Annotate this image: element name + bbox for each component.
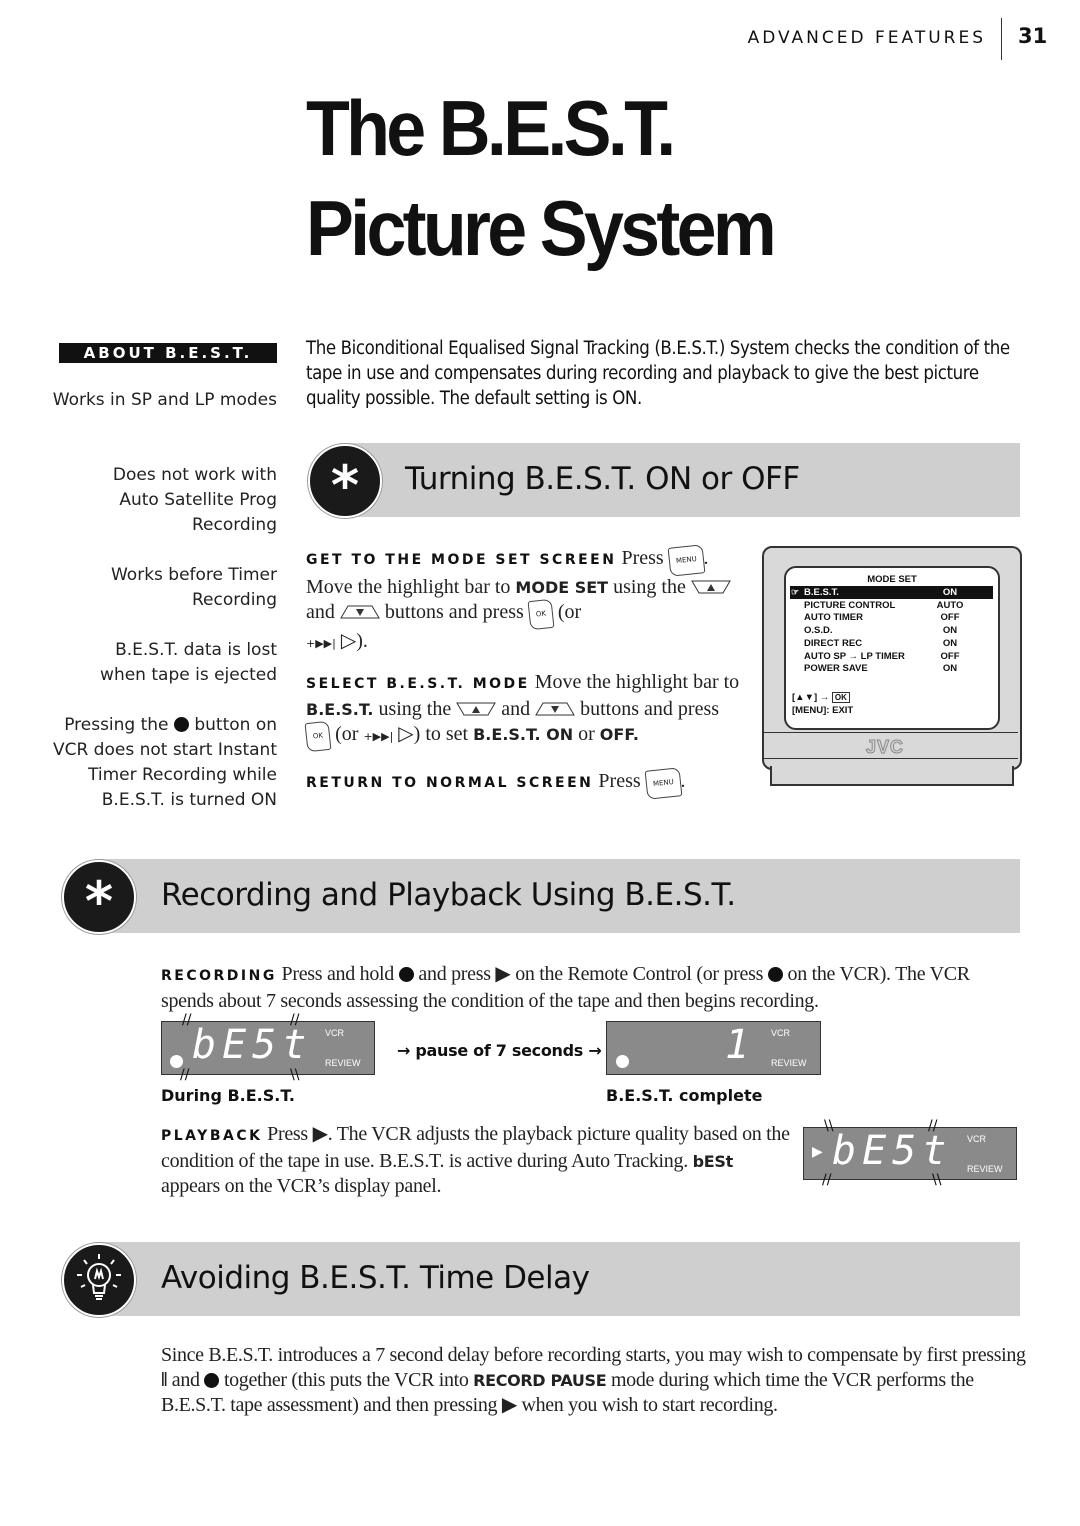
title-line-2: Picture System	[306, 184, 777, 272]
blink-mark-icon: \\	[290, 1067, 300, 1083]
section-title: Turning B.E.S.T. ON or OFF	[405, 461, 800, 497]
sidebar-note: B.E.S.T. data is lost when tape is eject…	[100, 640, 277, 685]
blink-mark-icon: \\	[932, 1172, 942, 1188]
play-indicator-icon: ▶	[812, 1144, 823, 1160]
pause-label: → pause of 7 seconds →	[397, 1041, 602, 1060]
intro-paragraph: The Biconditional Equalised Signal Track…	[306, 338, 1010, 409]
tv-divider	[764, 732, 1018, 733]
up-key-icon	[456, 702, 497, 716]
title-line-1: The B.E.S.T.	[306, 84, 676, 172]
osd-item-value: OFF	[940, 612, 960, 624]
vcr-display-during: bE5t VCR REVIEW	[161, 1021, 375, 1075]
osd-menu-item[interactable]: AUTO SP → LP TIMER OFF	[790, 650, 993, 663]
tv-divider	[764, 758, 1018, 759]
arrow-right-icon: →	[397, 1041, 411, 1060]
record-button-icon	[767, 967, 783, 982]
ok-key-icon: OK	[304, 720, 332, 753]
step-return-normal: RETURN TO NORMAL SCREEN Press MENU.	[306, 767, 746, 800]
play-button-icon: ▶	[495, 963, 511, 985]
osd-item-value: ON	[942, 663, 958, 675]
blink-mark-icon: \\	[824, 1118, 834, 1134]
display-caption: B.E.S.T. complete	[606, 1086, 763, 1105]
sidebar-label: ABOUT B.E.S.T.	[59, 343, 277, 363]
osd-hint-exit: [MENU]: EXIT	[792, 705, 854, 716]
osd-item-label: DIRECT REC	[804, 637, 863, 649]
osd-menu-item[interactable]: AUTO TIMER OFF	[790, 611, 993, 624]
record-button-icon	[398, 967, 414, 982]
record-button-icon	[173, 717, 189, 732]
page-number: 31	[1018, 24, 1048, 48]
asterisk-icon: *	[62, 860, 136, 934]
vcr-display-playback: ▶ bE5t VCR REVIEW	[803, 1127, 1017, 1180]
ok-key-icon: OK	[527, 598, 555, 631]
osd-menu-item[interactable]: O.S.D. ON	[790, 624, 993, 637]
jvc-logo: JVC	[865, 737, 905, 758]
step-get-to-mode-set: GET TO THE MODE SET SCREEN Press MENU. M…	[306, 544, 736, 656]
osd-menu-item[interactable]: PICTURE CONTROL AUTO	[790, 599, 993, 612]
down-key-icon	[535, 702, 575, 716]
osd-item-label: PICTURE CONTROL	[804, 599, 896, 611]
section-title: Avoiding B.E.S.T. Time Delay	[161, 1260, 590, 1296]
display-caption: During B.E.S.T.	[161, 1086, 295, 1105]
menu-key-icon: MENU	[644, 767, 682, 800]
step-select-best-mode: SELECT B.E.S.T. MODE Move the highlight …	[304, 670, 746, 753]
record-button-icon	[204, 1373, 220, 1388]
menu-key-icon: MENU	[667, 544, 705, 577]
sidebar-note: Pressing the button on VCR does not star…	[52, 715, 277, 810]
tv-base	[770, 766, 1014, 786]
osd-menu-item[interactable]: ☞ B.E.S.T. ON	[790, 586, 993, 599]
osd-menu-item[interactable]: DIRECT REC ON	[790, 637, 993, 650]
arrow-right-icon: →	[588, 1041, 602, 1060]
pause-button-icon: ‖	[161, 1369, 168, 1391]
osd-item-value: ON	[942, 637, 958, 649]
osd-menu-item[interactable]: POWER SAVE ON	[790, 662, 993, 675]
sidebar-note: Works in SP and LP modes	[52, 390, 277, 410]
down-key-icon	[340, 605, 380, 619]
blink-mark-icon: //	[822, 1172, 832, 1188]
osd-item-value: AUTO	[936, 599, 964, 611]
blink-mark-icon: //	[182, 1012, 192, 1028]
osd-item-value: ON	[942, 587, 958, 598]
asterisk-icon: *	[308, 444, 382, 518]
page-title: The B.E.S.T. Picture System	[306, 78, 777, 278]
skip-forward-icon: +▶▶|	[363, 730, 394, 743]
record-indicator-icon	[616, 1055, 629, 1068]
lightbulb-glyph	[77, 1254, 121, 1300]
mode-set-screen: MODE SET ☞ B.E.S.T. ON PICTURE CONTROL AUTO A…	[784, 566, 1000, 730]
play-outline-icon: ▷	[340, 630, 357, 652]
osd-item-value: ON	[942, 625, 958, 637]
play-outline-icon: ▷	[398, 723, 414, 745]
cursor-icon: ☞	[791, 587, 800, 597]
header-divider	[1001, 18, 1002, 60]
osd-item-label: AUTO SP → LP TIMER	[804, 650, 905, 662]
osd-hint-nav: [▲▼] → OK	[792, 692, 850, 703]
play-button-icon: ▶	[501, 1394, 517, 1416]
up-key-icon	[691, 580, 731, 594]
osd-title: MODE SET	[867, 574, 917, 585]
blink-mark-icon: //	[180, 1067, 190, 1083]
osd-item-label: POWER SAVE	[804, 663, 868, 675]
vcr-display-complete: 1 VCR REVIEW	[606, 1021, 821, 1075]
lightbulb-icon	[62, 1243, 136, 1317]
running-head: ADVANCED FEATURES	[747, 28, 986, 48]
blink-mark-icon: //	[928, 1118, 938, 1134]
recording-paragraph: RECORDING Press and hold and press ▶ on …	[161, 963, 970, 1012]
osd-item-value: OFF	[940, 650, 960, 662]
osd-item-label: AUTO TIMER	[804, 612, 863, 624]
section-title: Recording and Playback Using B.E.S.T.	[161, 877, 736, 913]
playback-paragraph: PLAYBACK Press ▶. The VCR adjusts the pl…	[161, 1123, 790, 1197]
sidebar-note: Does not work with Auto Satellite Prog R…	[112, 465, 277, 535]
skip-forward-icon: +▶▶|	[306, 637, 336, 650]
blink-mark-icon: //	[290, 1012, 300, 1028]
play-button-icon: ▶	[312, 1123, 328, 1145]
sidebar-note: Works before Timer Recording	[110, 565, 277, 610]
delay-paragraph: Since B.E.S.T. introduces a 7 second del…	[161, 1344, 1026, 1416]
osd-item-label: O.S.D.	[804, 625, 833, 637]
osd-item-label: B.E.S.T.	[804, 587, 839, 598]
